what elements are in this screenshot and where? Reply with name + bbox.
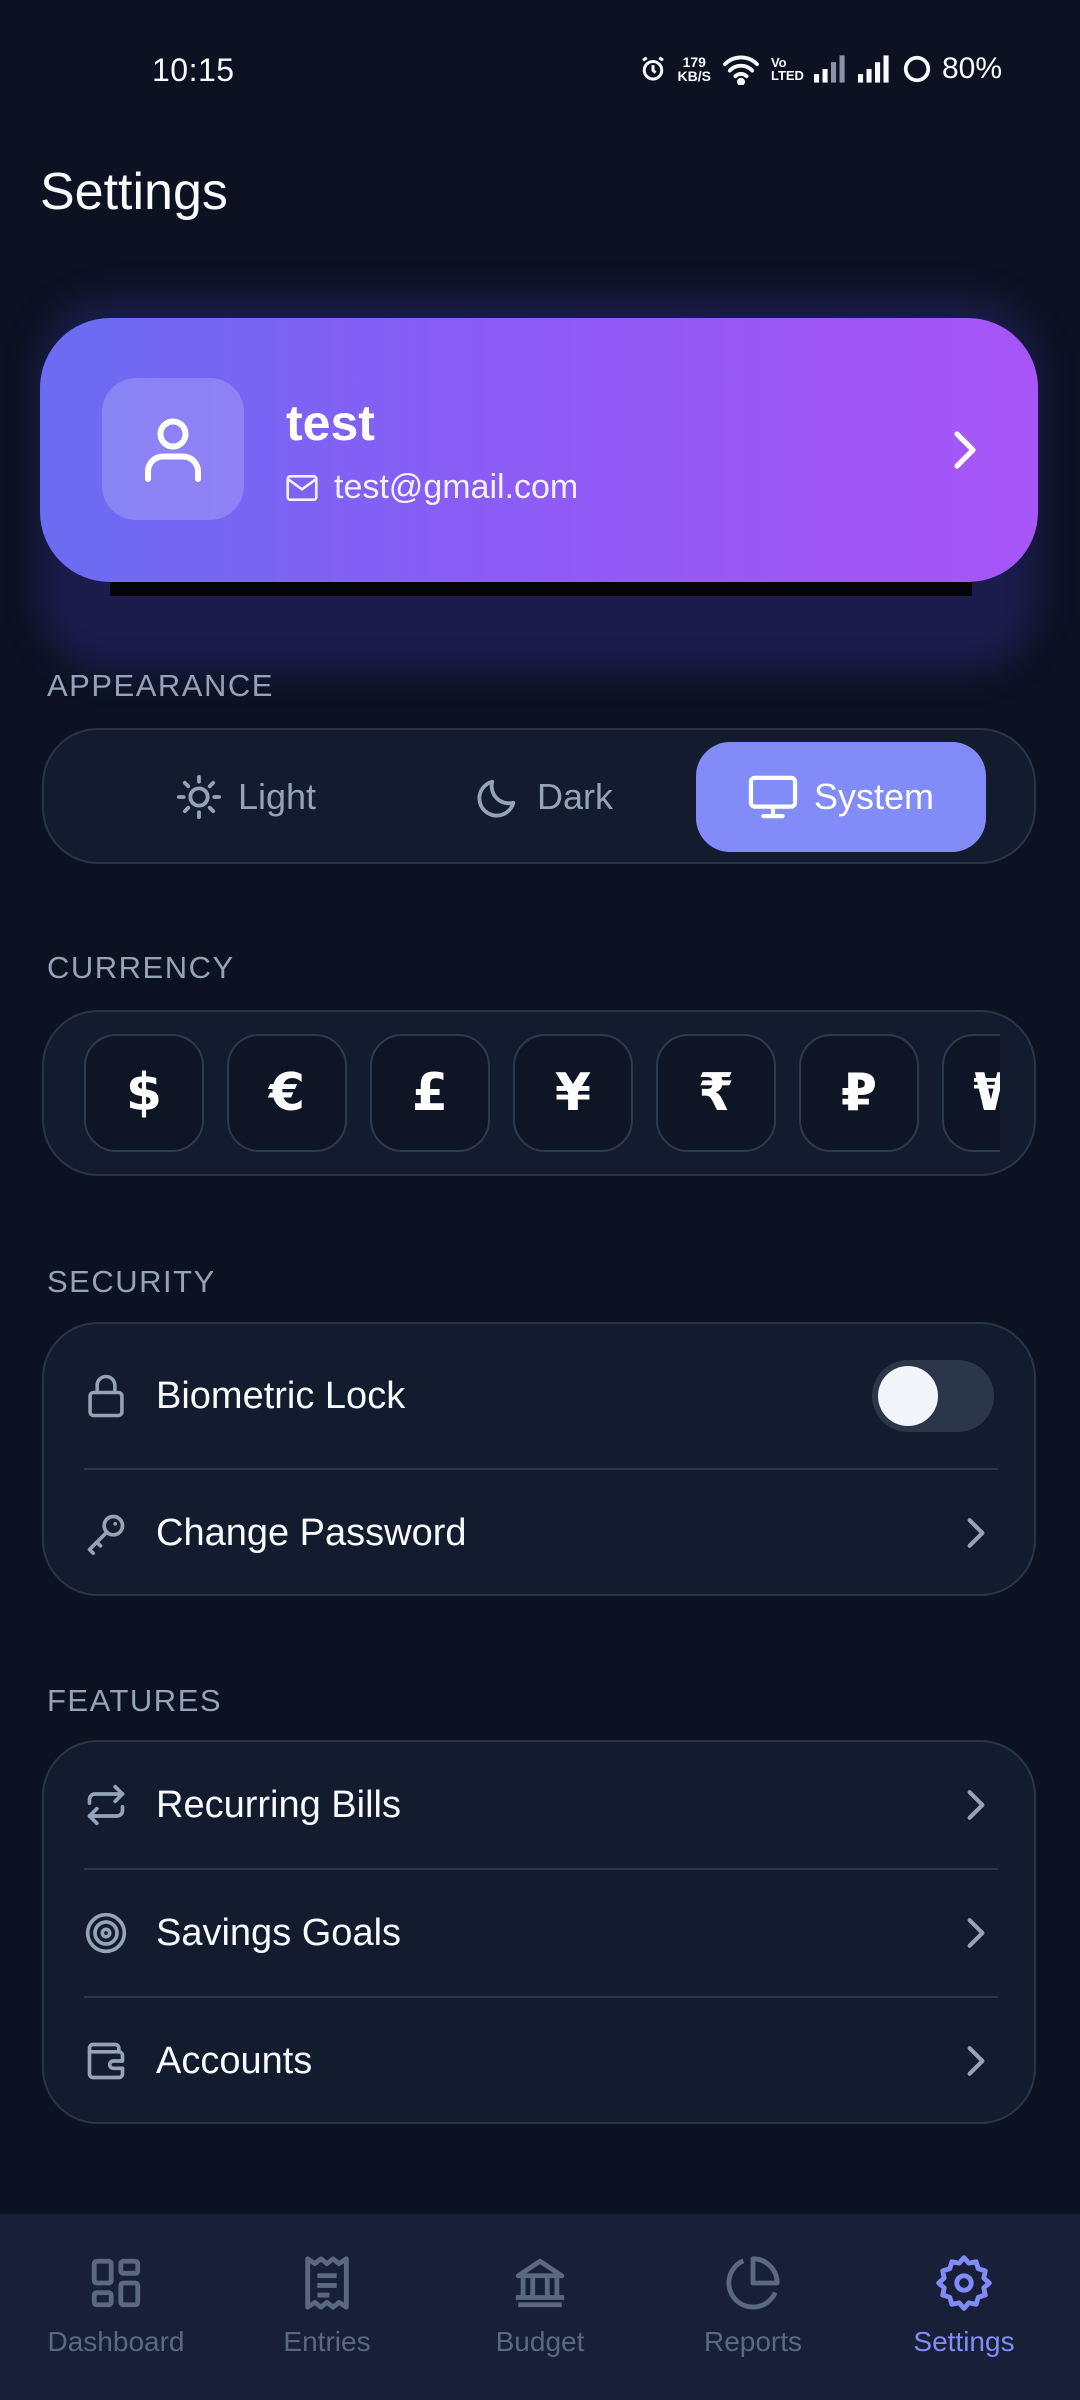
nav-label: Reports xyxy=(703,2326,803,2357)
nav-item-settings[interactable]: Settings xyxy=(856,2254,1072,2358)
currency-option-won[interactable]: ₩ xyxy=(942,1034,1000,1152)
nav-label: Dashboard xyxy=(47,2326,185,2357)
gear-icon xyxy=(936,2255,992,2311)
lock-icon xyxy=(84,1373,128,1419)
page-title: Settings xyxy=(40,163,228,221)
currency-option-pound[interactable]: £ xyxy=(370,1034,490,1152)
appearance-section-label: APPEARANCE xyxy=(47,668,274,703)
nav-label: Settings xyxy=(913,2326,1015,2357)
signal-icon-1 xyxy=(813,55,848,83)
security-section-label: SECURITY xyxy=(47,1264,216,1299)
speed-value: 179 xyxy=(682,54,706,70)
currency-selector: $ € £ ¥ ₹ ₽ ₩ xyxy=(42,1010,1036,1176)
alarm-icon xyxy=(638,54,668,84)
appearance-option-label: System xyxy=(813,776,935,817)
security-card: Biometric Lock Change Password xyxy=(42,1322,1036,1596)
currency-option-yen[interactable]: ¥ xyxy=(513,1034,633,1152)
speed-unit: KB/S xyxy=(677,68,711,84)
bottom-navigation: Dashboard Entries Budget Reports Setting… xyxy=(0,2214,1080,2400)
status-bar: 10:15 179 KB/S Vo LTED 80% xyxy=(0,0,1080,140)
profile-email: test@gmail.com xyxy=(334,468,579,506)
nav-item-dashboard[interactable]: Dashboard xyxy=(8,2254,224,2358)
currency-scroll[interactable]: $ € £ ¥ ₹ ₽ ₩ xyxy=(84,1032,1000,1156)
mail-icon xyxy=(286,474,318,501)
profile-name: test xyxy=(286,395,375,451)
recurring-bills-row[interactable]: Recurring Bills xyxy=(44,1742,1034,1868)
biometric-lock-label: Biometric Lock xyxy=(156,1374,406,1417)
chevron-right-icon xyxy=(966,2045,986,2077)
accounts-row[interactable]: Accounts xyxy=(44,1998,1034,2124)
status-icons: 179 KB/S Vo LTED 80% xyxy=(638,52,1002,86)
biometric-lock-toggle[interactable] xyxy=(872,1360,994,1432)
monitor-icon xyxy=(748,775,798,819)
recurring-bills-label: Recurring Bills xyxy=(156,1783,401,1826)
accounts-label: Accounts xyxy=(156,2039,313,2082)
appearance-option-light[interactable]: Light xyxy=(126,742,366,852)
chevron-right-icon xyxy=(966,1917,986,1949)
pie-chart-icon xyxy=(726,2256,780,2310)
savings-goals-row[interactable]: Savings Goals xyxy=(44,1870,1034,1996)
target-icon xyxy=(84,1911,128,1955)
nav-label: Budget xyxy=(495,2326,585,2357)
wifi-icon xyxy=(721,53,761,85)
volte-bottom: LTED xyxy=(770,68,804,83)
features-card: Recurring Bills Savings Goals Accounts xyxy=(42,1740,1036,2124)
network-speed: 179 KB/S xyxy=(678,55,711,83)
dashboard-icon xyxy=(91,2258,141,2308)
user-icon xyxy=(145,418,201,482)
appearance-option-system[interactable]: System xyxy=(696,742,986,852)
receipt-icon xyxy=(305,2256,349,2310)
moon-icon xyxy=(477,779,516,818)
signal-icon-2 xyxy=(857,55,892,83)
chevron-right-icon xyxy=(966,1789,986,1821)
repeat-icon xyxy=(84,1783,128,1827)
appearance-option-dark[interactable]: Dark xyxy=(424,742,664,852)
wallet-icon xyxy=(84,2039,128,2083)
nav-item-budget[interactable]: Budget xyxy=(432,2254,648,2358)
currency-option-rupee[interactable]: ₹ xyxy=(656,1034,776,1152)
biometric-lock-row: Biometric Lock xyxy=(44,1324,1034,1468)
toggle-knob xyxy=(878,1366,938,1426)
currency-option-dollar[interactable]: $ xyxy=(84,1034,204,1152)
avatar xyxy=(102,378,244,520)
currency-option-euro[interactable]: € xyxy=(227,1034,347,1152)
appearance-option-label: Dark xyxy=(536,776,613,817)
appearance-selector: Light Dark System xyxy=(42,728,1036,864)
sun-icon xyxy=(176,774,221,820)
change-password-label: Change Password xyxy=(156,1511,467,1554)
battery-icon xyxy=(902,54,932,84)
appearance-option-label: Light xyxy=(237,776,317,817)
currency-section-label: CURRENCY xyxy=(47,950,235,985)
currency-option-ruble[interactable]: ₽ xyxy=(799,1034,919,1152)
nav-label: Entries xyxy=(283,2326,371,2357)
profile-card[interactable]: test test@gmail.com xyxy=(40,318,1038,582)
savings-goals-label: Savings Goals xyxy=(156,1911,402,1954)
status-time: 10:15 xyxy=(152,52,235,88)
bank-icon xyxy=(515,2258,565,2308)
key-icon xyxy=(84,1510,128,1556)
chevron-right-icon xyxy=(952,430,978,475)
change-password-row[interactable]: Change Password xyxy=(44,1470,1034,1596)
nav-item-reports[interactable]: Reports xyxy=(645,2254,861,2358)
chevron-right-icon xyxy=(966,1517,986,1549)
nav-item-entries[interactable]: Entries xyxy=(219,2254,435,2358)
battery-percent: 80% xyxy=(941,52,1002,85)
features-section-label: FEATURES xyxy=(47,1683,223,1718)
volte-indicator: Vo LTED xyxy=(771,56,804,82)
profile-email-row: test@gmail.com xyxy=(286,468,578,507)
